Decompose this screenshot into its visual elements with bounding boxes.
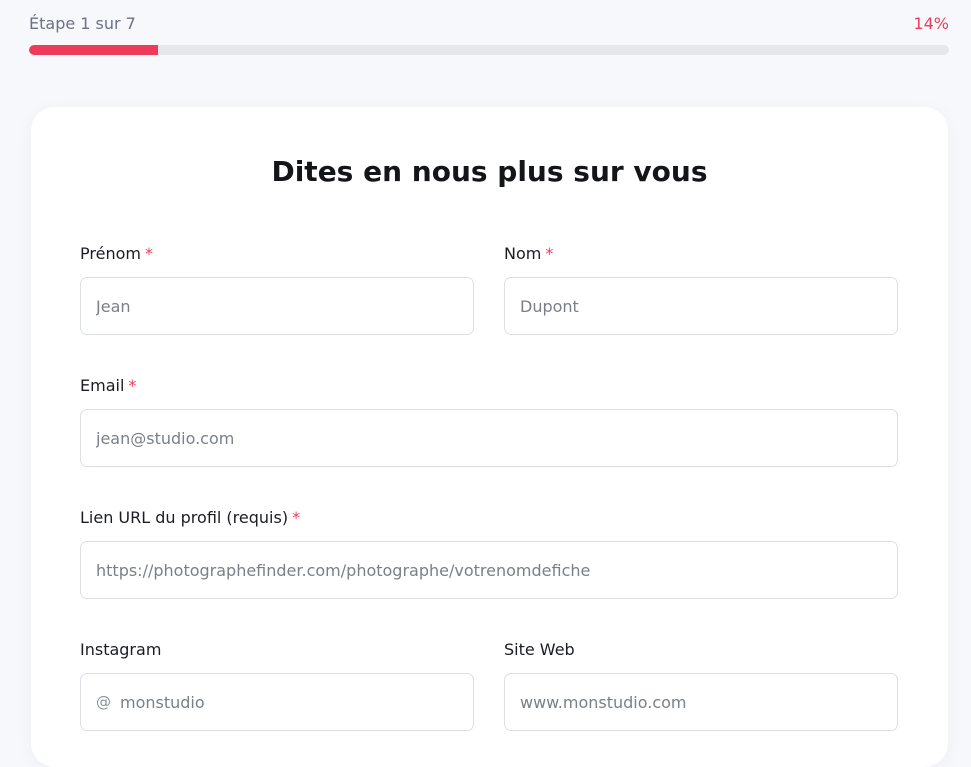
instagram-label-text: Instagram [80, 640, 162, 659]
website-input-box[interactable] [504, 673, 898, 731]
email-field: Email * [80, 375, 898, 467]
first-name-field: Prénom * [80, 243, 474, 335]
last-name-input[interactable] [505, 296, 897, 316]
email-label: Email * [80, 375, 136, 397]
last-name-label-text: Nom [504, 244, 542, 263]
first-name-label: Prénom * [80, 243, 153, 265]
website-input[interactable] [505, 692, 897, 712]
at-sign-icon: @ [96, 693, 111, 711]
instagram-label: Instagram [80, 639, 161, 661]
profile-url-label-text: Lien URL du profil (requis) [80, 508, 289, 527]
profile-url-input[interactable] [81, 560, 897, 580]
required-marker: * [292, 508, 301, 527]
first-name-label-text: Prénom [80, 244, 141, 263]
form-card: Dites en nous plus sur vous Prénom* Nom*… [31, 107, 948, 767]
profile-url-field: Lien URL du profil (requis) * [80, 507, 898, 599]
instagram-field: Instagram @ [80, 639, 474, 731]
email-input[interactable] [81, 428, 897, 448]
required-marker: * [144, 244, 153, 263]
step-indicator: Étape 1 sur 7 [29, 13, 136, 33]
progress-bar-fill [29, 45, 158, 55]
progress-section: Étape 1 sur 7 14% [29, 12, 949, 55]
required-marker: * [128, 376, 137, 395]
instagram-input[interactable] [111, 692, 473, 712]
website-label-text: Site Web [504, 640, 575, 659]
last-name-label: Nom * [504, 243, 553, 265]
progress-percent: 14% [913, 13, 949, 33]
progress-bar [29, 45, 949, 55]
progress-header: Étape 1 sur 7 14% [29, 12, 949, 34]
last-name-input-box[interactable] [504, 277, 898, 335]
email-input-box[interactable] [80, 409, 898, 467]
last-name-field: Nom * [504, 243, 898, 335]
form-title: Dites en nous plus sur vous [271, 155, 708, 188]
instagram-input-box[interactable]: @ [80, 673, 474, 731]
email-label-text: Email [80, 376, 125, 395]
required-marker: * [545, 244, 554, 263]
website-field: Site Web [504, 639, 898, 731]
first-name-input[interactable] [81, 296, 473, 316]
website-label: Site Web [504, 639, 575, 661]
first-name-input-box[interactable] [80, 277, 474, 335]
profile-url-input-box[interactable] [80, 541, 898, 599]
profile-url-label: Lien URL du profil (requis) * [80, 507, 300, 529]
